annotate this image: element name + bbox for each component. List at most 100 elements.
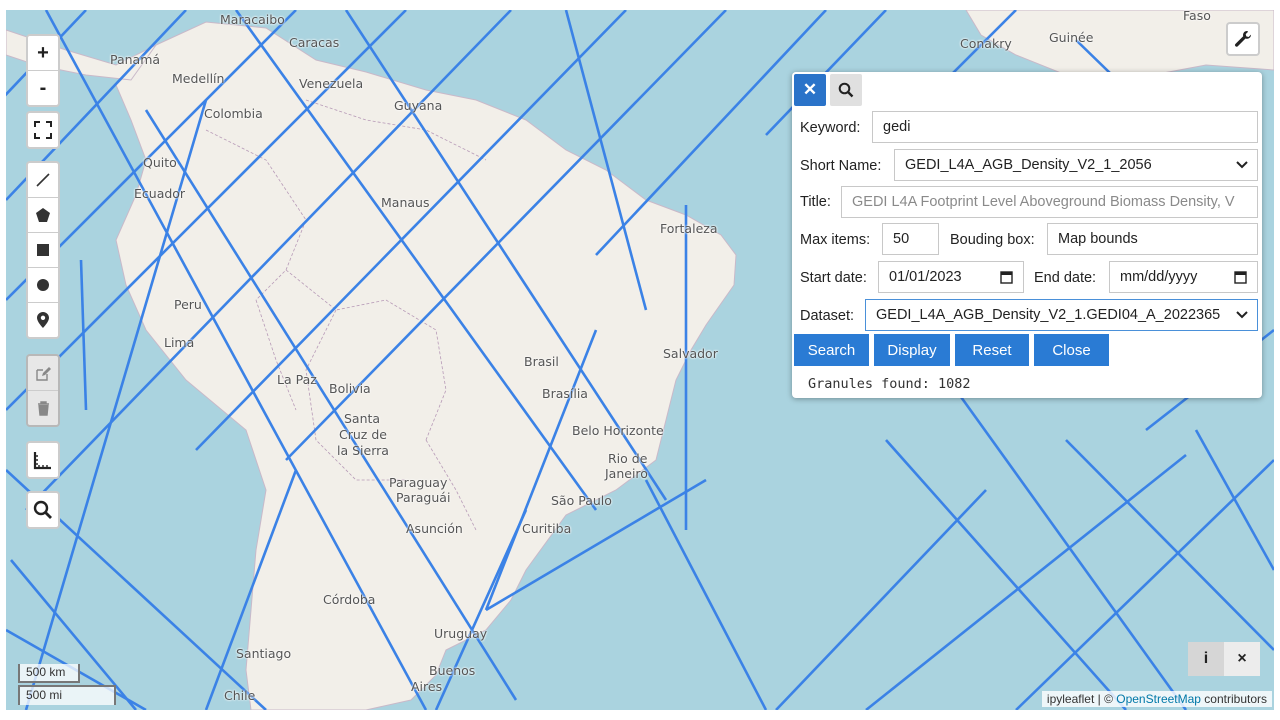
start-date-label: Start date: bbox=[800, 270, 867, 286]
calendar-icon bbox=[1234, 271, 1247, 284]
keyword-input[interactable]: gedi bbox=[872, 111, 1258, 143]
place-fortaleza: Fortaleza bbox=[660, 221, 718, 236]
place-santa: Santa bbox=[344, 411, 381, 426]
place-brasil: Brasil bbox=[524, 354, 559, 369]
place-uruguay: Uruguay bbox=[434, 626, 488, 641]
start-date-value: 01/01/2023 bbox=[889, 269, 962, 285]
scale-mi: 500 mi bbox=[18, 685, 116, 705]
close-map-button[interactable]: × bbox=[1224, 642, 1260, 676]
draw-rectangle-button[interactable] bbox=[28, 233, 58, 268]
ruler-icon bbox=[33, 452, 51, 470]
osm-link[interactable]: OpenStreetMap bbox=[1116, 692, 1201, 706]
draw-polyline-button[interactable] bbox=[28, 163, 58, 198]
attribution-suffix: contributors bbox=[1200, 692, 1267, 706]
end-date-input[interactable]: mm/dd/yyyy bbox=[1109, 261, 1258, 293]
zoom-control: + - bbox=[26, 34, 60, 107]
reset-button[interactable]: Reset bbox=[955, 334, 1029, 366]
map-search-button[interactable] bbox=[28, 493, 58, 527]
place-colombia: Colombia bbox=[204, 106, 263, 121]
zoom-out-button[interactable]: - bbox=[28, 71, 58, 105]
place-lapaz: La Paz bbox=[277, 372, 317, 387]
panel-search-tab[interactable] bbox=[830, 74, 862, 106]
dataset-select[interactable]: GEDI_L4A_AGB_Density_V2_1.GEDI04_A_20223… bbox=[865, 299, 1258, 331]
chevron-down-icon bbox=[1236, 161, 1248, 169]
keyword-label: Keyword: bbox=[800, 120, 861, 136]
place-asuncion: Asunción bbox=[406, 521, 463, 536]
short-name-value: GEDI_L4A_AGB_Density_V2_1_2056 bbox=[905, 157, 1152, 173]
draw-toolbar bbox=[26, 161, 60, 339]
place-medellin: Medellín bbox=[172, 71, 225, 86]
place-cordoba: Córdoba bbox=[323, 592, 376, 607]
place-quito: Quito bbox=[143, 155, 177, 170]
place-santiago: Santiago bbox=[236, 646, 292, 661]
rectangle-icon bbox=[37, 244, 49, 256]
edit-icon bbox=[35, 366, 51, 381]
bottom-right-controls: i × bbox=[1188, 642, 1260, 676]
display-button[interactable]: Display bbox=[874, 334, 950, 366]
short-name-select[interactable]: GEDI_L4A_AGB_Density_V2_1_2056 bbox=[894, 149, 1258, 181]
wrench-icon bbox=[1235, 31, 1252, 47]
fullscreen-icon bbox=[34, 121, 52, 139]
place-paraguai: Paraguái bbox=[396, 490, 451, 505]
gedi-track bbox=[865, 453, 1187, 710]
place-conakry: Conakry bbox=[960, 36, 1012, 51]
gedi-track bbox=[1065, 439, 1274, 651]
data-search-panel: ✕ Keyword: gedi Short Name: GEDI_L4A_AGB… bbox=[792, 72, 1262, 398]
marker-icon bbox=[37, 312, 49, 328]
zoom-in-button[interactable]: + bbox=[28, 36, 58, 71]
info-button[interactable]: i bbox=[1188, 642, 1224, 676]
measure-control bbox=[26, 441, 60, 479]
place-lasierra: la Sierra bbox=[337, 443, 389, 458]
title-input[interactable]: GEDI L4A Footprint Level Aboveground Bio… bbox=[841, 186, 1258, 218]
fullscreen-button[interactable] bbox=[28, 113, 58, 147]
granules-status: Granules found: 1082 bbox=[808, 376, 971, 392]
calendar-icon bbox=[1000, 271, 1013, 284]
delete-layers-button[interactable] bbox=[28, 391, 58, 425]
chevron-down-icon bbox=[1235, 308, 1249, 322]
toolbar-toggle-button[interactable] bbox=[1226, 22, 1260, 56]
scale-km: 500 km bbox=[18, 664, 80, 683]
place-venezuela: Venezuela bbox=[299, 76, 364, 91]
place-ecuador: Ecuador bbox=[134, 186, 186, 201]
polygon-icon bbox=[36, 208, 50, 222]
close-button[interactable]: Close bbox=[1034, 334, 1109, 366]
edit-toolbar bbox=[26, 354, 60, 427]
title-label: Title: bbox=[800, 194, 831, 210]
max-items-label: Max items: bbox=[800, 232, 871, 248]
search-button[interactable]: Search bbox=[794, 334, 869, 366]
place-janeiro: Janeiro bbox=[605, 466, 648, 481]
bbox-input[interactable]: Map bounds bbox=[1047, 223, 1258, 255]
place-lima: Lima bbox=[164, 335, 195, 350]
circle-icon bbox=[37, 279, 49, 291]
place-peru: Peru bbox=[174, 297, 202, 312]
place-saopaulo: São Paulo bbox=[551, 493, 612, 508]
attribution: ipyleaflet | © OpenStreetMap contributor… bbox=[1041, 691, 1272, 707]
end-date-value: mm/dd/yyyy bbox=[1120, 269, 1198, 285]
place-caracas: Caracas bbox=[289, 35, 340, 50]
place-maracaibo: Maracaibo bbox=[220, 12, 285, 27]
gedi-track bbox=[954, 389, 1188, 710]
place-curitiba: Curitiba bbox=[522, 521, 572, 536]
max-items-input[interactable]: 50 bbox=[882, 223, 939, 255]
short-name-label: Short Name: bbox=[800, 158, 882, 174]
place-buenos: Buenos bbox=[429, 663, 476, 678]
place-bolivia: Bolivia bbox=[329, 381, 371, 396]
place-aires: Aires bbox=[411, 679, 443, 694]
place-guyana: Guyana bbox=[394, 98, 443, 113]
map-search-control bbox=[26, 491, 60, 529]
draw-marker-button[interactable] bbox=[28, 303, 58, 337]
south-america-land bbox=[115, 21, 737, 710]
place-chile: Chile bbox=[224, 688, 256, 703]
place-cruzde: Cruz de bbox=[339, 427, 387, 442]
polyline-icon bbox=[36, 173, 50, 187]
search-icon bbox=[33, 500, 52, 519]
panel-close-button[interactable]: ✕ bbox=[794, 74, 826, 106]
measure-button[interactable] bbox=[28, 443, 58, 477]
draw-circle-button[interactable] bbox=[28, 268, 58, 303]
place-riode: Rio de bbox=[608, 451, 648, 466]
attribution-prefix: ipyleaflet | © bbox=[1046, 692, 1117, 706]
edit-layers-button[interactable] bbox=[28, 356, 58, 391]
place-panama: Panamá bbox=[110, 52, 161, 67]
start-date-input[interactable]: 01/01/2023 bbox=[878, 261, 1024, 293]
draw-polygon-button[interactable] bbox=[28, 198, 58, 233]
